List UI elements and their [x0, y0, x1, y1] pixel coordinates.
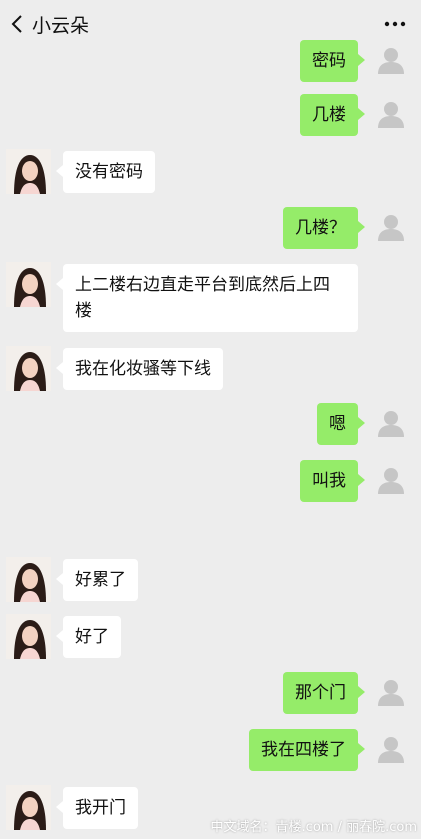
message-bubble[interactable]: 几楼: [300, 94, 365, 136]
message-bubble[interactable]: 我在化妆骚等下线: [56, 348, 223, 390]
message-bubble[interactable]: 好累了: [56, 559, 138, 601]
user-placeholder-icon: [378, 48, 404, 74]
watermark-text: 中文域名：青楼.com / 丽春院.com: [210, 820, 417, 835]
avatar[interactable]: [6, 785, 51, 830]
avatar[interactable]: [373, 462, 409, 498]
avatar[interactable]: [373, 96, 409, 132]
chat-header: 小云朵: [0, 0, 421, 48]
user-placeholder-icon: [378, 215, 404, 241]
contact-avatar-icon: [6, 262, 51, 307]
contact-avatar-icon: [6, 785, 51, 830]
more-button[interactable]: [383, 12, 407, 36]
message-bubble[interactable]: 上二楼右边直走平台到底然后上四 楼: [56, 264, 358, 332]
avatar[interactable]: [6, 346, 51, 391]
avatar[interactable]: [6, 557, 51, 602]
avatar[interactable]: [373, 405, 409, 441]
ellipsis-icon: [384, 21, 406, 27]
message-bubble[interactable]: 叫我: [300, 460, 365, 502]
message-bubble[interactable]: 嗯: [317, 403, 365, 445]
message-bubble[interactable]: 密码: [300, 40, 365, 82]
contact-avatar-icon: [6, 149, 51, 194]
avatar[interactable]: [373, 731, 409, 767]
message-bubble[interactable]: 我在四楼了: [249, 729, 365, 771]
avatar[interactable]: [373, 209, 409, 245]
message-bubble[interactable]: 好了: [56, 616, 121, 658]
user-placeholder-icon: [378, 737, 404, 763]
avatar[interactable]: [6, 614, 51, 659]
message-bubble[interactable]: 我开门: [56, 787, 138, 829]
contact-avatar-icon: [6, 557, 51, 602]
contact-avatar-icon: [6, 614, 51, 659]
chat-title: 小云朵: [32, 14, 90, 37]
chevron-left-icon: [11, 15, 22, 33]
message-bubble[interactable]: 那个门: [283, 672, 365, 714]
avatar[interactable]: [373, 674, 409, 710]
avatar[interactable]: [6, 149, 51, 194]
message-bubble[interactable]: 几楼？: [283, 207, 365, 249]
user-placeholder-icon: [378, 102, 404, 128]
user-placeholder-icon: [378, 411, 404, 437]
message-bubble[interactable]: 没有密码: [56, 151, 155, 193]
avatar[interactable]: [6, 262, 51, 307]
user-placeholder-icon: [378, 680, 404, 706]
back-button[interactable]: [2, 0, 32, 48]
avatar[interactable]: [373, 42, 409, 78]
user-placeholder-icon: [378, 468, 404, 494]
contact-avatar-icon: [6, 346, 51, 391]
